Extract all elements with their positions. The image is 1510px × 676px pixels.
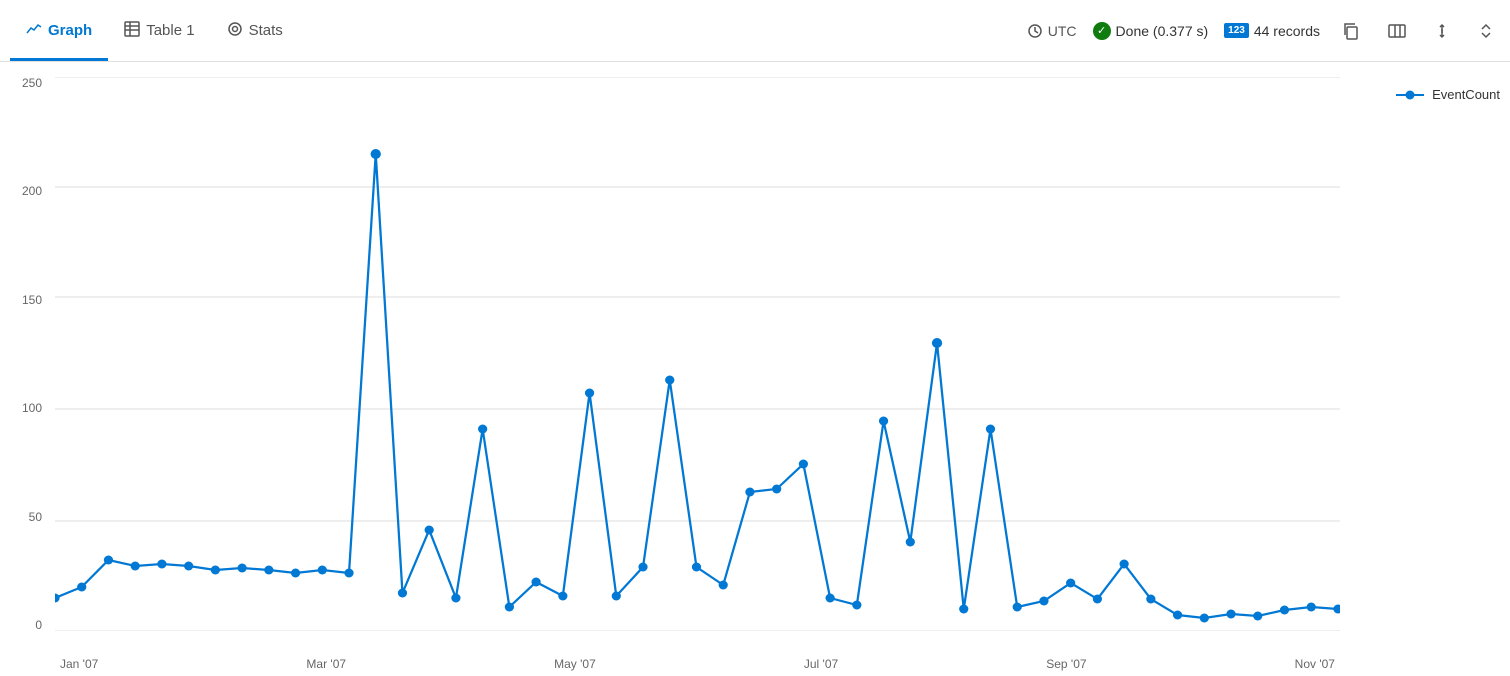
x-label-may: May '07 (554, 657, 596, 671)
collapse-button[interactable] (1472, 19, 1500, 43)
y-label-50: 50 (29, 511, 42, 523)
tab-stats[interactable]: Stats (211, 0, 299, 61)
tab-table[interactable]: Table 1 (108, 0, 210, 61)
chart-legend: EventCount (1396, 87, 1500, 102)
records-count: 123 44 records (1224, 23, 1320, 39)
y-label-100: 100 (22, 402, 42, 414)
tab-graph-label: Graph (48, 22, 92, 39)
done-status: ✓ Done (0.377 s) (1093, 22, 1209, 40)
y-label-0: 0 (35, 619, 42, 631)
y-label-200: 200 (22, 185, 42, 197)
timezone-indicator: UTC (1027, 23, 1077, 39)
columns-button[interactable] (1382, 18, 1412, 44)
legend-dot (1406, 90, 1415, 99)
toolbar-right: UTC ✓ Done (0.377 s) 123 44 records (1027, 18, 1500, 44)
expand-button[interactable] (1428, 19, 1456, 43)
records-label: 44 records (1254, 23, 1320, 39)
legend-line (1396, 94, 1424, 96)
x-label-mar: Mar '07 (306, 657, 346, 671)
tab-stats-label: Stats (249, 22, 283, 39)
timezone-label: UTC (1048, 23, 1077, 39)
done-label: Done (0.377 s) (1116, 23, 1209, 39)
x-label-jan: Jan '07 (60, 657, 98, 671)
check-icon: ✓ (1093, 22, 1111, 40)
table-icon (124, 21, 140, 40)
tab-table-label: Table 1 (146, 22, 194, 39)
x-label-sep: Sep '07 (1046, 657, 1086, 671)
stats-icon (227, 21, 243, 40)
legend-label: EventCount (1432, 87, 1500, 102)
graph-icon (26, 21, 42, 40)
clock-icon (1027, 23, 1043, 39)
x-label-nov: Nov '07 (1295, 657, 1335, 671)
y-label-250: 250 (22, 77, 42, 89)
x-label-jul: Jul '07 (804, 657, 838, 671)
line-chart (55, 77, 1340, 631)
copy-button[interactable] (1336, 18, 1366, 44)
y-label-150: 150 (22, 294, 42, 306)
records-icon: 123 (1224, 23, 1249, 38)
tab-graph[interactable]: Graph (10, 0, 108, 61)
toolbar: Graph Table 1 Stats UTC (0, 0, 1510, 62)
